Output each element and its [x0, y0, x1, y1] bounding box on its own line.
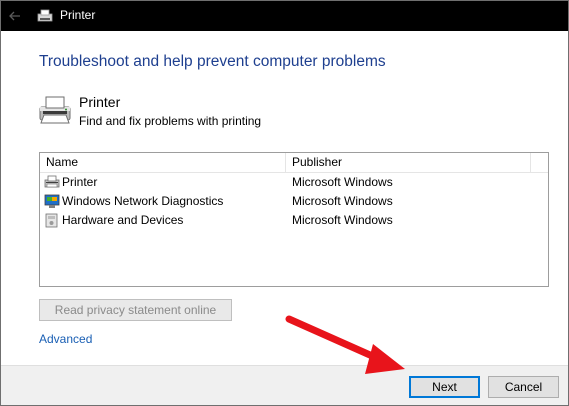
troubleshooter-window: Printer Troubleshoot and help prevent co… [0, 0, 569, 406]
list-row-printer[interactable]: Printer Microsoft Windows [40, 173, 548, 192]
next-button[interactable]: Next [409, 376, 480, 398]
cancel-button[interactable]: Cancel [488, 376, 559, 398]
column-header-publisher[interactable]: Publisher [286, 153, 531, 172]
row-publisher: Microsoft Windows [292, 194, 393, 208]
list-row-network-diagnostics[interactable]: Windows Network Diagnostics Microsoft Wi… [40, 192, 548, 211]
row-publisher: Microsoft Windows [292, 175, 393, 189]
row-name: Hardware and Devices [62, 213, 184, 227]
advanced-link[interactable]: Advanced [39, 332, 92, 346]
column-header-name[interactable]: Name [40, 153, 286, 172]
back-arrow-icon[interactable] [7, 8, 23, 24]
page-heading: Troubleshoot and help prevent computer p… [39, 53, 386, 70]
printer-icon [39, 96, 71, 124]
row-publisher: Microsoft Windows [292, 213, 393, 227]
column-header-filler [531, 153, 548, 172]
list-header: Name Publisher [40, 153, 548, 173]
red-arrow-annotation-icon [285, 315, 405, 374]
troubleshooter-title: Printer [79, 94, 121, 110]
window-title: Printer [60, 8, 96, 22]
printer-title-icon [37, 9, 53, 22]
troubleshooter-description: Find and fix problems with printing [79, 114, 262, 128]
hardware-devices-icon [45, 213, 58, 228]
title-bar: Printer [1, 1, 568, 31]
row-name: Windows Network Diagnostics [62, 194, 224, 208]
list-row-hardware-devices[interactable]: Hardware and Devices Microsoft Windows [40, 211, 548, 230]
troubleshooter-list[interactable]: Name Publisher Printer Microsoft Windows… [39, 152, 549, 287]
row-name: Printer [62, 175, 98, 189]
read-privacy-statement-button[interactable]: Read privacy statement online [39, 299, 232, 321]
printer-icon [44, 175, 60, 188]
network-diagnostics-icon [44, 194, 60, 208]
